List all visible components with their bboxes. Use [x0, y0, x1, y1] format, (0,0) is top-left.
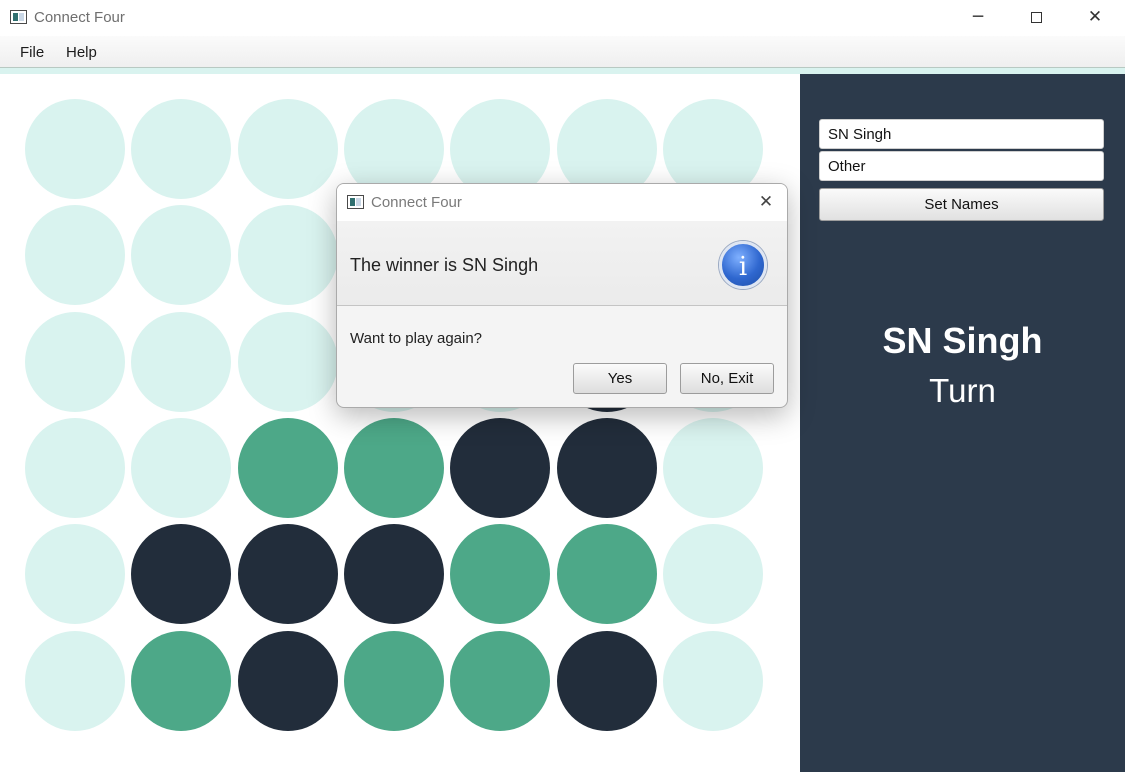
dialog-close-button[interactable]: ✕: [751, 189, 781, 215]
board-cell-r5-c0[interactable]: [25, 630, 125, 731]
app-window-icon: [10, 10, 27, 24]
board-cell-r4-c0[interactable]: [25, 524, 125, 625]
play-again-question: Want to play again?: [350, 330, 483, 347]
dialog-header: The winner is SN Singh i: [337, 221, 787, 306]
winner-dialog: Connect Four ✕ The winner is SN Singh i …: [336, 183, 788, 408]
board-cell-r3-c3[interactable]: [343, 417, 444, 518]
yes-button[interactable]: Yes: [573, 363, 667, 394]
game-board[interactable]: [0, 74, 800, 772]
close-icon: ✕: [758, 192, 774, 212]
info-icon: i: [719, 241, 767, 289]
dialog-title: Connect Four: [371, 194, 462, 211]
dialog-title-bar: Connect Four ✕: [337, 184, 787, 221]
board-cell-r4-c3[interactable]: [343, 524, 444, 625]
menu-bar: File Help: [0, 36, 1125, 68]
info-glyph: i: [738, 252, 748, 282]
board-cell-r4-c1[interactable]: [131, 524, 232, 625]
player-one-name-input[interactable]: [819, 119, 1104, 149]
minimize-icon: ─: [972, 7, 984, 27]
menu-file[interactable]: File: [20, 44, 44, 61]
board-cell-r3-c5[interactable]: [556, 417, 657, 518]
board-cell-r2-c0[interactable]: [25, 311, 125, 412]
board-cell-r3-c6[interactable]: [662, 417, 763, 518]
board-cell-r1-c1[interactable]: [131, 205, 232, 306]
board-cell-r1-c0[interactable]: [25, 205, 125, 306]
board-cell-r3-c0[interactable]: [25, 417, 125, 518]
player-two-name-input[interactable]: [819, 151, 1104, 181]
board-cell-r2-c1[interactable]: [131, 311, 232, 412]
board-cell-r3-c1[interactable]: [131, 417, 232, 518]
board-cell-r5-c1[interactable]: [131, 630, 232, 731]
board-cell-r5-c6[interactable]: [662, 630, 763, 731]
close-button[interactable]: ✕: [1066, 0, 1124, 34]
board-cell-r0-c1[interactable]: [131, 99, 232, 199]
close-icon: ✕: [1087, 7, 1103, 27]
window-title-bar: Connect Four ─ ✕: [0, 0, 1125, 36]
menu-help[interactable]: Help: [66, 44, 97, 61]
board-cell-r5-c4[interactable]: [450, 630, 551, 731]
winner-message: The winner is SN Singh: [350, 255, 539, 275]
board-cell-r3-c4[interactable]: [450, 417, 551, 518]
current-player-name: SN Singh: [882, 320, 1043, 361]
board-cell-r4-c4[interactable]: [450, 524, 551, 625]
board-cell-r4-c6[interactable]: [662, 524, 763, 625]
board-cell-r5-c2[interactable]: [237, 630, 338, 731]
maximize-icon: [1030, 11, 1042, 23]
board-cell-r5-c5[interactable]: [556, 630, 657, 731]
set-names-button[interactable]: Set Names: [819, 188, 1104, 221]
maximize-button[interactable]: [1007, 0, 1065, 34]
board-cell-r2-c2[interactable]: [237, 311, 338, 412]
board-cell-r3-c2[interactable]: [237, 417, 338, 518]
sidebar-panel: Set Names SN Singh Turn: [800, 74, 1125, 772]
turn-label: Turn: [929, 372, 996, 409]
board-cell-r4-c2[interactable]: [237, 524, 338, 625]
board-cell-r1-c2[interactable]: [237, 205, 338, 306]
board-cell-r0-c0[interactable]: [25, 99, 125, 199]
board-cell-r0-c2[interactable]: [237, 99, 338, 199]
dialog-app-icon: [347, 195, 364, 209]
board-cell-r4-c5[interactable]: [556, 524, 657, 625]
no-exit-button[interactable]: No, Exit: [680, 363, 774, 394]
board-cell-r5-c3[interactable]: [343, 630, 444, 731]
window-title: Connect Four: [34, 9, 125, 26]
minimize-button[interactable]: ─: [949, 0, 1007, 34]
